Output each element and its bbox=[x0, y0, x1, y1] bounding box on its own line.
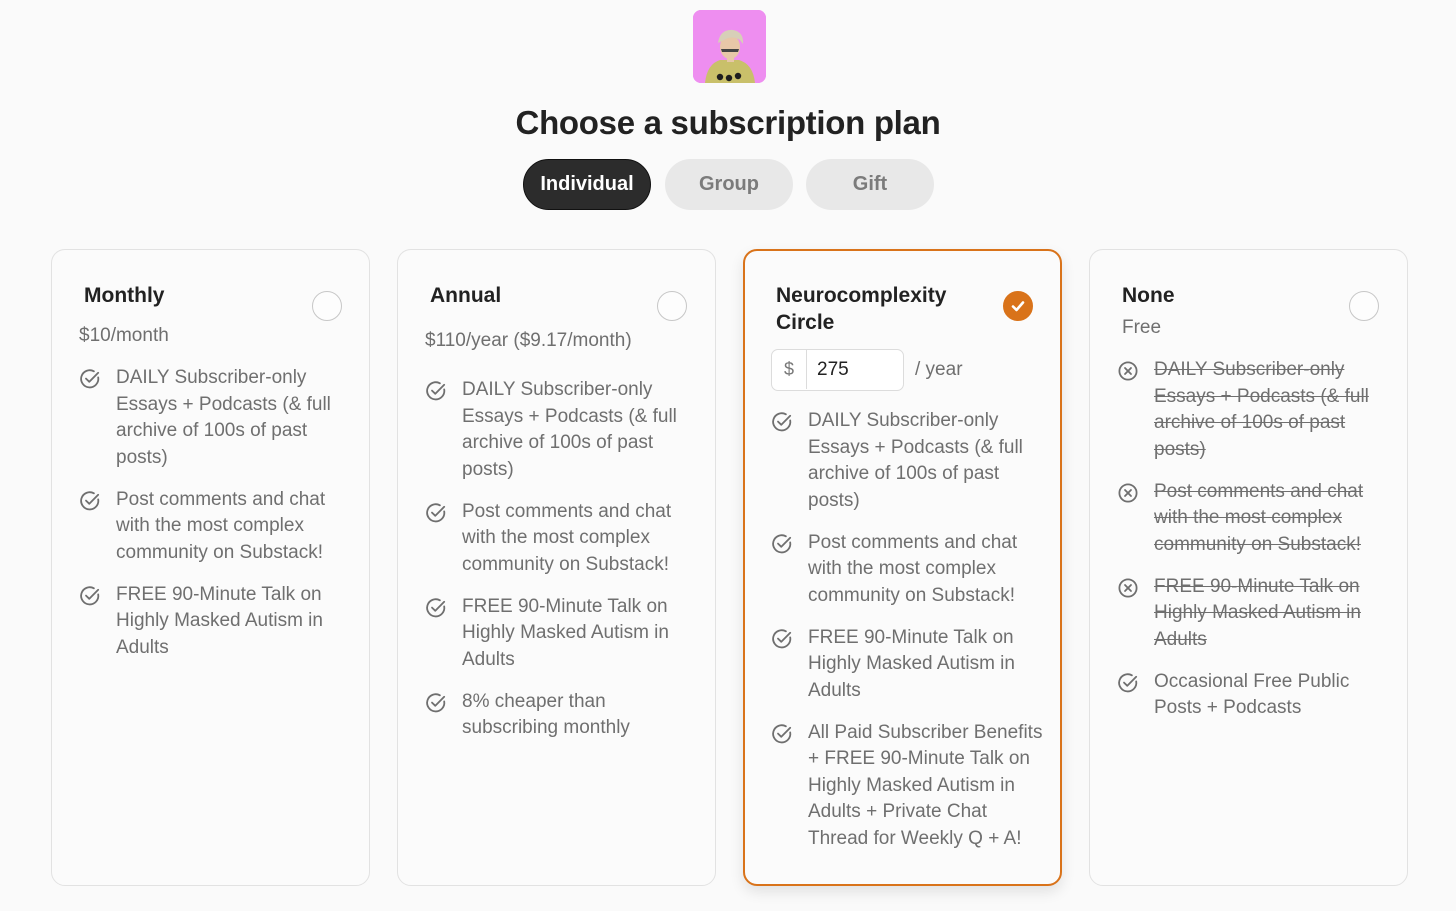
feature-item: Post comments and chat with the most com… bbox=[425, 499, 695, 579]
tab-gift[interactable]: Gift bbox=[806, 159, 934, 210]
check-circle-icon bbox=[1117, 672, 1139, 694]
currency-symbol: $ bbox=[772, 350, 807, 389]
feature-list: DAILY Subscriber-only Essays + Podcasts … bbox=[79, 365, 349, 677]
feature-text: FREE 90-Minute Talk on Highly Masked Aut… bbox=[116, 583, 323, 658]
feature-text: All Paid Subscriber Benefits + FREE 90-M… bbox=[808, 721, 1043, 849]
tab-individual[interactable]: Individual bbox=[523, 159, 651, 210]
page-title: Choose a subscription plan bbox=[515, 104, 941, 141]
check-circle-icon bbox=[771, 411, 793, 433]
feature-text: 8% cheaper than subscribing monthly bbox=[462, 690, 630, 739]
x-circle-icon bbox=[1117, 482, 1139, 504]
feature-list: DAILY Subscriber-only Essays + Podcasts … bbox=[425, 377, 695, 757]
x-circle-icon bbox=[1117, 577, 1139, 599]
check-circle-icon bbox=[425, 380, 447, 402]
feature-text: DAILY Subscriber-only Essays + Podcasts … bbox=[808, 410, 1023, 511]
plan-radio[interactable] bbox=[657, 291, 687, 321]
feature-list: DAILY Subscriber-only Essays + Podcasts … bbox=[771, 408, 1051, 868]
amount-input[interactable] bbox=[807, 350, 899, 389]
check-circle-icon bbox=[79, 585, 101, 607]
check-circle-icon bbox=[425, 597, 447, 619]
feature-text: Post comments and chat with the most com… bbox=[808, 531, 1018, 606]
plan-radio[interactable] bbox=[312, 291, 342, 321]
feature-list: DAILY Subscriber-only Essays + Podcasts … bbox=[1117, 357, 1387, 737]
check-circle-icon bbox=[425, 502, 447, 524]
feature-item: All Paid Subscriber Benefits + FREE 90-M… bbox=[771, 720, 1051, 853]
period-label: / year bbox=[915, 359, 963, 380]
amount-field: $ bbox=[771, 349, 904, 391]
feature-item: FREE 90-Minute Talk on Highly Masked Aut… bbox=[425, 594, 695, 674]
check-circle-icon bbox=[79, 368, 101, 390]
plan-name: Neurocomplexity Circle bbox=[776, 284, 947, 334]
feature-item: FREE 90-Minute Talk on Highly Masked Aut… bbox=[771, 625, 1051, 705]
avatar bbox=[693, 10, 766, 83]
plan-name: None bbox=[1122, 284, 1175, 307]
feature-text: FREE 90-Minute Talk on Highly Masked Aut… bbox=[1154, 575, 1361, 650]
feature-item: DAILY Subscriber-only Essays + Podcasts … bbox=[1117, 357, 1387, 463]
check-circle-icon bbox=[771, 723, 793, 745]
feature-item: Post comments and chat with the most com… bbox=[1117, 479, 1387, 559]
feature-text: Post comments and chat with the most com… bbox=[1154, 480, 1364, 555]
check-circle-icon bbox=[771, 533, 793, 555]
plan-card-monthly[interactable]: Monthly $10/month DAILY Subscriber-only … bbox=[51, 249, 370, 886]
feature-text: DAILY Subscriber-only Essays + Podcasts … bbox=[116, 367, 331, 468]
feature-item: Post comments and chat with the most com… bbox=[771, 530, 1051, 610]
feature-text: FREE 90-Minute Talk on Highly Masked Aut… bbox=[462, 595, 669, 670]
x-circle-icon bbox=[1117, 360, 1139, 382]
plan-name: Monthly bbox=[84, 284, 165, 307]
feature-item: 8% cheaper than subscribing monthly bbox=[425, 689, 695, 742]
feature-item: FREE 90-Minute Talk on Highly Masked Aut… bbox=[79, 582, 349, 662]
check-circle-icon bbox=[79, 490, 101, 512]
feature-text: Post comments and chat with the most com… bbox=[462, 500, 672, 575]
plan-type-tabs: Individual Group Gift bbox=[0, 159, 1456, 212]
feature-item: DAILY Subscriber-only Essays + Podcasts … bbox=[79, 365, 349, 471]
feature-item: DAILY Subscriber-only Essays + Podcasts … bbox=[425, 377, 695, 483]
feature-text: FREE 90-Minute Talk on Highly Masked Aut… bbox=[808, 626, 1015, 701]
feature-item: Post comments and chat with the most com… bbox=[79, 487, 349, 567]
feature-text: Occasional Free Public Posts + Podcasts bbox=[1154, 670, 1350, 719]
plan-radio-checked[interactable] bbox=[1003, 291, 1033, 321]
feature-item: DAILY Subscriber-only Essays + Podcasts … bbox=[771, 408, 1051, 514]
plan-price: $110/year ($9.17/month) bbox=[425, 330, 632, 351]
check-circle-icon bbox=[771, 628, 793, 650]
feature-item: FREE 90-Minute Talk on Highly Masked Aut… bbox=[1117, 574, 1387, 654]
plan-card-neurocomplexity-circle[interactable]: Neurocomplexity Circle $ / year DAILY Su… bbox=[743, 249, 1062, 886]
check-circle-icon bbox=[425, 692, 447, 714]
feature-text: DAILY Subscriber-only Essays + Podcasts … bbox=[462, 379, 677, 480]
plan-radio[interactable] bbox=[1349, 291, 1379, 321]
tab-group[interactable]: Group bbox=[665, 159, 793, 210]
plan-card-none[interactable]: None Free DAILY Subscriber-only Essays +… bbox=[1089, 249, 1408, 886]
checkmark-icon bbox=[1011, 301, 1025, 312]
plan-price: Free bbox=[1122, 317, 1162, 338]
feature-text: Post comments and chat with the most com… bbox=[116, 488, 326, 563]
plan-name: Annual bbox=[430, 284, 502, 307]
feature-text: DAILY Subscriber-only Essays + Podcasts … bbox=[1154, 359, 1369, 460]
plan-card-annual[interactable]: Annual $110/year ($9.17/month) DAILY Sub… bbox=[397, 249, 716, 886]
plan-price: $10/month bbox=[79, 325, 169, 346]
feature-item: Occasional Free Public Posts + Podcasts bbox=[1117, 669, 1387, 722]
avatar-photo bbox=[693, 10, 766, 83]
